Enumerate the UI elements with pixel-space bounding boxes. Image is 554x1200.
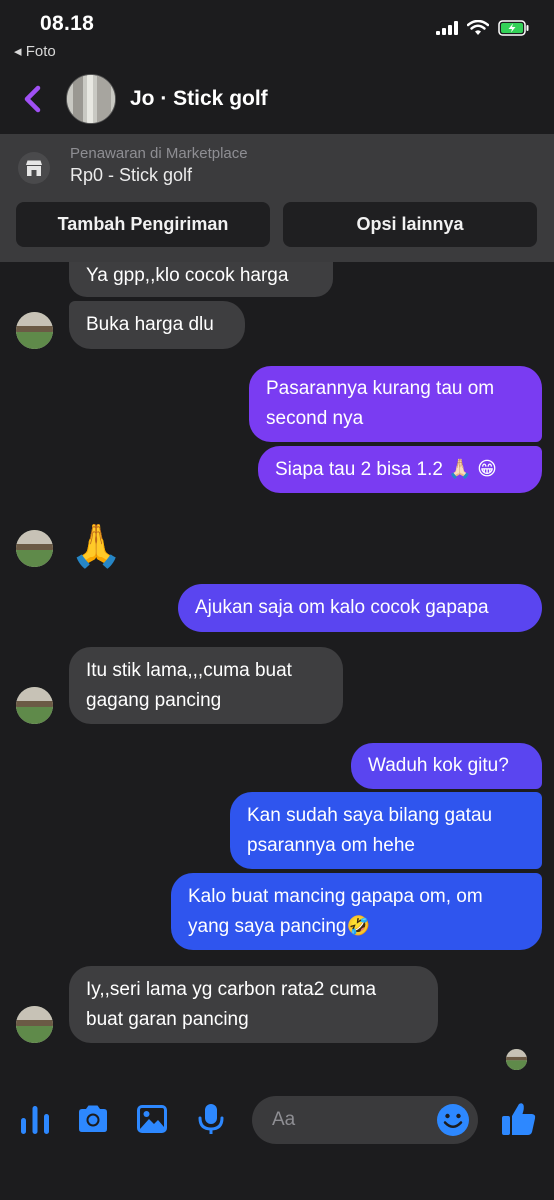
more-options-button[interactable]: Opsi lainnya [283,202,537,247]
marketplace-item-title[interactable]: Rp0 - Stick golf [70,165,192,186]
message-bubble-incoming[interactable]: Iy,,seri lama yg carbon rata2 cuma buat … [69,966,438,1043]
marketplace-store-icon [18,152,50,184]
message-thread[interactable]: Ya gpp,,klo cocok harga Buka harga dlu P… [0,262,554,1082]
camera-icon[interactable] [76,1102,110,1136]
message-bubble-outgoing[interactable]: Waduh kok gitu? [351,743,542,789]
message-bubble-incoming[interactable]: Ya gpp,,klo cocok harga [69,262,333,297]
back-to-app-link[interactable]: ◂ Foto [14,42,56,60]
message-bubble-outgoing[interactable]: Pasarannya kurang tau om second nya [249,366,542,442]
wifi-icon [467,20,489,35]
like-thumbs-up-icon[interactable] [500,1100,538,1138]
status-time: 08.18 [40,12,95,35]
status-bar: 08.18 ◂ Foto [0,0,554,62]
message-input-container[interactable] [252,1096,478,1144]
add-shipping-button[interactable]: Tambah Pengiriman [16,202,270,247]
message-bubble-outgoing[interactable]: Kalo buat mancing gapapa om, om yang say… [171,873,542,950]
chat-title[interactable]: Jo · Stick golf [130,87,268,111]
composer-bar [0,1082,554,1200]
message-bubble-incoming[interactable]: Itu stik lama,,,cuma buat gagang pancing [69,647,343,724]
sender-avatar[interactable] [16,312,53,349]
battery-charging-icon [498,20,529,36]
sender-avatar[interactable] [16,530,53,567]
emoji-message[interactable]: 🙏 [70,522,122,570]
gallery-icon[interactable] [135,1102,169,1136]
seen-receipt-avatar [506,1049,527,1070]
more-actions-icon[interactable] [18,1102,52,1136]
status-icons [436,20,530,36]
message-bubble-outgoing[interactable]: Ajukan saja om kalo cocok gapapa [178,584,542,632]
microphone-icon[interactable] [194,1102,228,1136]
chat-header: Jo · Stick golf [0,62,554,134]
message-bubble-incoming[interactable]: Buka harga dlu [69,301,245,349]
message-input[interactable] [252,1096,412,1144]
back-chevron-icon[interactable] [20,84,46,114]
cellular-signal-icon [436,21,458,35]
contact-avatar[interactable] [66,74,116,124]
sender-avatar[interactable] [16,687,53,724]
message-bubble-outgoing[interactable]: Kan sudah saya bilang gatau psarannya om… [230,792,542,869]
marketplace-banner: Penawaran di Marketplace Rp0 - Stick gol… [0,134,554,262]
marketplace-offer-label: Penawaran di Marketplace [70,145,248,162]
emoji-smiley-icon[interactable] [436,1103,470,1137]
sender-avatar[interactable] [16,1006,53,1043]
message-bubble-outgoing[interactable]: Siapa tau 2 bisa 1.2 🙏🏻 😁 [258,446,542,493]
home-indicator [208,1182,346,1187]
